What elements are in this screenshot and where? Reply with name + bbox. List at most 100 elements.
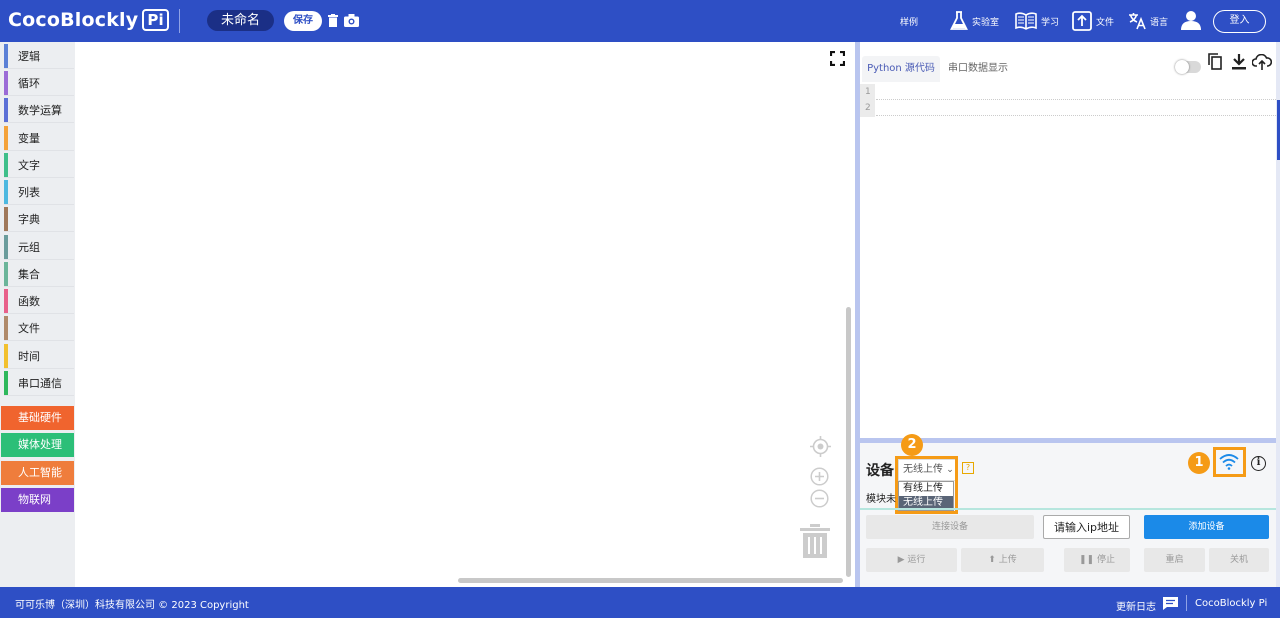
zoom-out-icon[interactable] [810,489,829,508]
ip-address-input[interactable]: 请输入ip地址 [1043,515,1130,539]
line-number: 2 [865,103,871,113]
category-label: 变量 [18,132,40,145]
sidebar-category[interactable]: 文字 [4,153,74,178]
header-divider [179,9,180,33]
sidebar-category[interactable]: 变量 [4,126,74,151]
workspace-horizontal-scrollbar[interactable] [458,578,843,583]
play-icon: ▶ [897,555,905,565]
help-icon[interactable]: ? [962,462,974,474]
fullscreen-icon[interactable] [830,51,845,66]
save-button[interactable]: 保存 [284,11,322,31]
nav-samples-label: 样例 [900,17,919,28]
sidebar-category[interactable]: 文件 [4,316,74,341]
sidebar-category[interactable]: 集合 [4,262,74,287]
sidebar-category[interactable]: 循环 [4,71,74,96]
category-color-bar [4,44,8,68]
nav-language[interactable]: 语言 [1128,8,1168,34]
info-icon[interactable]: i [1251,456,1266,471]
brand-suffix: Pi [142,9,169,31]
brand-name: CocoBlockly [8,9,139,31]
category-color-bar [4,235,8,259]
sidebar-category[interactable]: 时间 [4,344,74,369]
block-workspace[interactable] [75,42,855,587]
footer-divider [1186,595,1187,611]
category-color-bar [4,153,8,177]
category-label: 时间 [18,350,40,363]
translate-icon [1129,13,1146,30]
category-color-bar [4,71,8,95]
category-color-bar [4,126,8,150]
workspace-trash-icon[interactable] [800,523,830,558]
chat-icon[interactable] [1163,597,1178,610]
annotation-badge-1: 1 [1188,452,1210,474]
copy-icon[interactable] [1208,53,1222,70]
sidebar-hardware-category[interactable]: 物联网 [1,488,74,512]
sidebar-category[interactable]: 列表 [4,180,74,205]
shutdown-button[interactable]: 关机 [1209,548,1269,572]
upload-label: 上传 [998,555,1017,565]
category-color-bar [4,207,8,231]
sidebar-category[interactable]: 字典 [4,207,74,232]
category-label: 元组 [18,241,40,254]
category-label: 数学运算 [18,104,62,117]
sidebar-hardware-category[interactable]: 媒体处理 [1,433,74,457]
sidebar-hardware-category[interactable]: 基础硬件 [1,406,74,430]
nav-file-label: 文件 [1096,17,1115,28]
brand-logo[interactable]: CocoBlockly Pi [8,9,169,31]
copyright-text: 可可乐博（深圳）科技有限公司 © 2023 Copyright [15,600,249,611]
category-label: 函数 [18,295,40,308]
trash-icon[interactable] [328,14,338,27]
category-color-bar [4,371,8,395]
footer: 可可乐博（深圳）科技有限公司 © 2023 Copyright 更新日志 Coc… [0,587,1280,618]
cloud-upload-icon[interactable] [1252,54,1272,70]
sidebar-category[interactable]: 逻辑 [4,44,74,69]
nav-lab[interactable]: 实验室 [950,8,999,34]
category-color-bar [4,344,8,368]
recenter-icon[interactable] [810,436,831,457]
user-icon[interactable] [1181,10,1201,30]
category-label: 逻辑 [18,50,40,63]
category-color-bar [4,262,8,286]
login-button[interactable]: 登入 [1213,10,1266,33]
project-name[interactable]: 未命名 [207,10,274,31]
stop-button[interactable]: ❚❚ 停止 [1064,548,1130,572]
nav-file[interactable]: 文件 [1072,8,1114,34]
category-label: 循环 [18,77,40,90]
workspace-vertical-scrollbar[interactable] [846,307,851,577]
run-button[interactable]: ▶ 运行 [866,548,957,572]
connect-device-button[interactable]: 连接设备 [866,515,1034,539]
download-icon[interactable] [1232,54,1246,70]
upload-icon: ⬆ [988,555,996,565]
sidebar-category[interactable]: 数学运算 [4,98,74,123]
tab-serial-display[interactable]: 串口数据显示 [948,56,1008,82]
changelog-link[interactable]: 更新日志 [1116,598,1156,613]
device-title: 设备 [866,463,894,479]
highlight-box-wifi [1213,447,1246,477]
category-label: 字典 [18,213,40,226]
sidebar-category[interactable]: 元组 [4,235,74,260]
tab-python-source[interactable]: Python 源代码 [862,56,940,82]
nav-learn[interactable]: 学习 [1015,8,1059,34]
code-line[interactable] [876,99,1276,100]
status-divider [860,508,1276,510]
category-color-bar [4,289,8,313]
nav-learn-label: 学习 [1041,17,1060,28]
module-status: 模块未 [866,494,896,505]
sidebar-category[interactable]: 串口通信 [4,371,74,396]
nav-language-label: 语言 [1150,17,1169,28]
code-line[interactable] [876,115,1276,116]
sidebar-hardware-category[interactable]: 人工智能 [1,461,74,485]
category-color-bar [4,98,8,122]
camera-icon[interactable] [344,14,359,27]
nav-samples[interactable]: 样例 [900,8,918,34]
sidebar-category[interactable]: 函数 [4,289,74,314]
category-color-bar [4,316,8,340]
toggle-knob[interactable] [1175,60,1189,74]
restart-button[interactable]: 重启 [1144,548,1205,572]
add-device-button[interactable]: 添加设备 [1144,515,1269,539]
code-panel [860,42,1280,438]
zoom-in-icon[interactable] [810,467,829,486]
pause-icon: ❚❚ [1079,555,1095,565]
upload-button[interactable]: ⬆ 上传 [961,548,1044,572]
file-icon [1072,11,1092,31]
